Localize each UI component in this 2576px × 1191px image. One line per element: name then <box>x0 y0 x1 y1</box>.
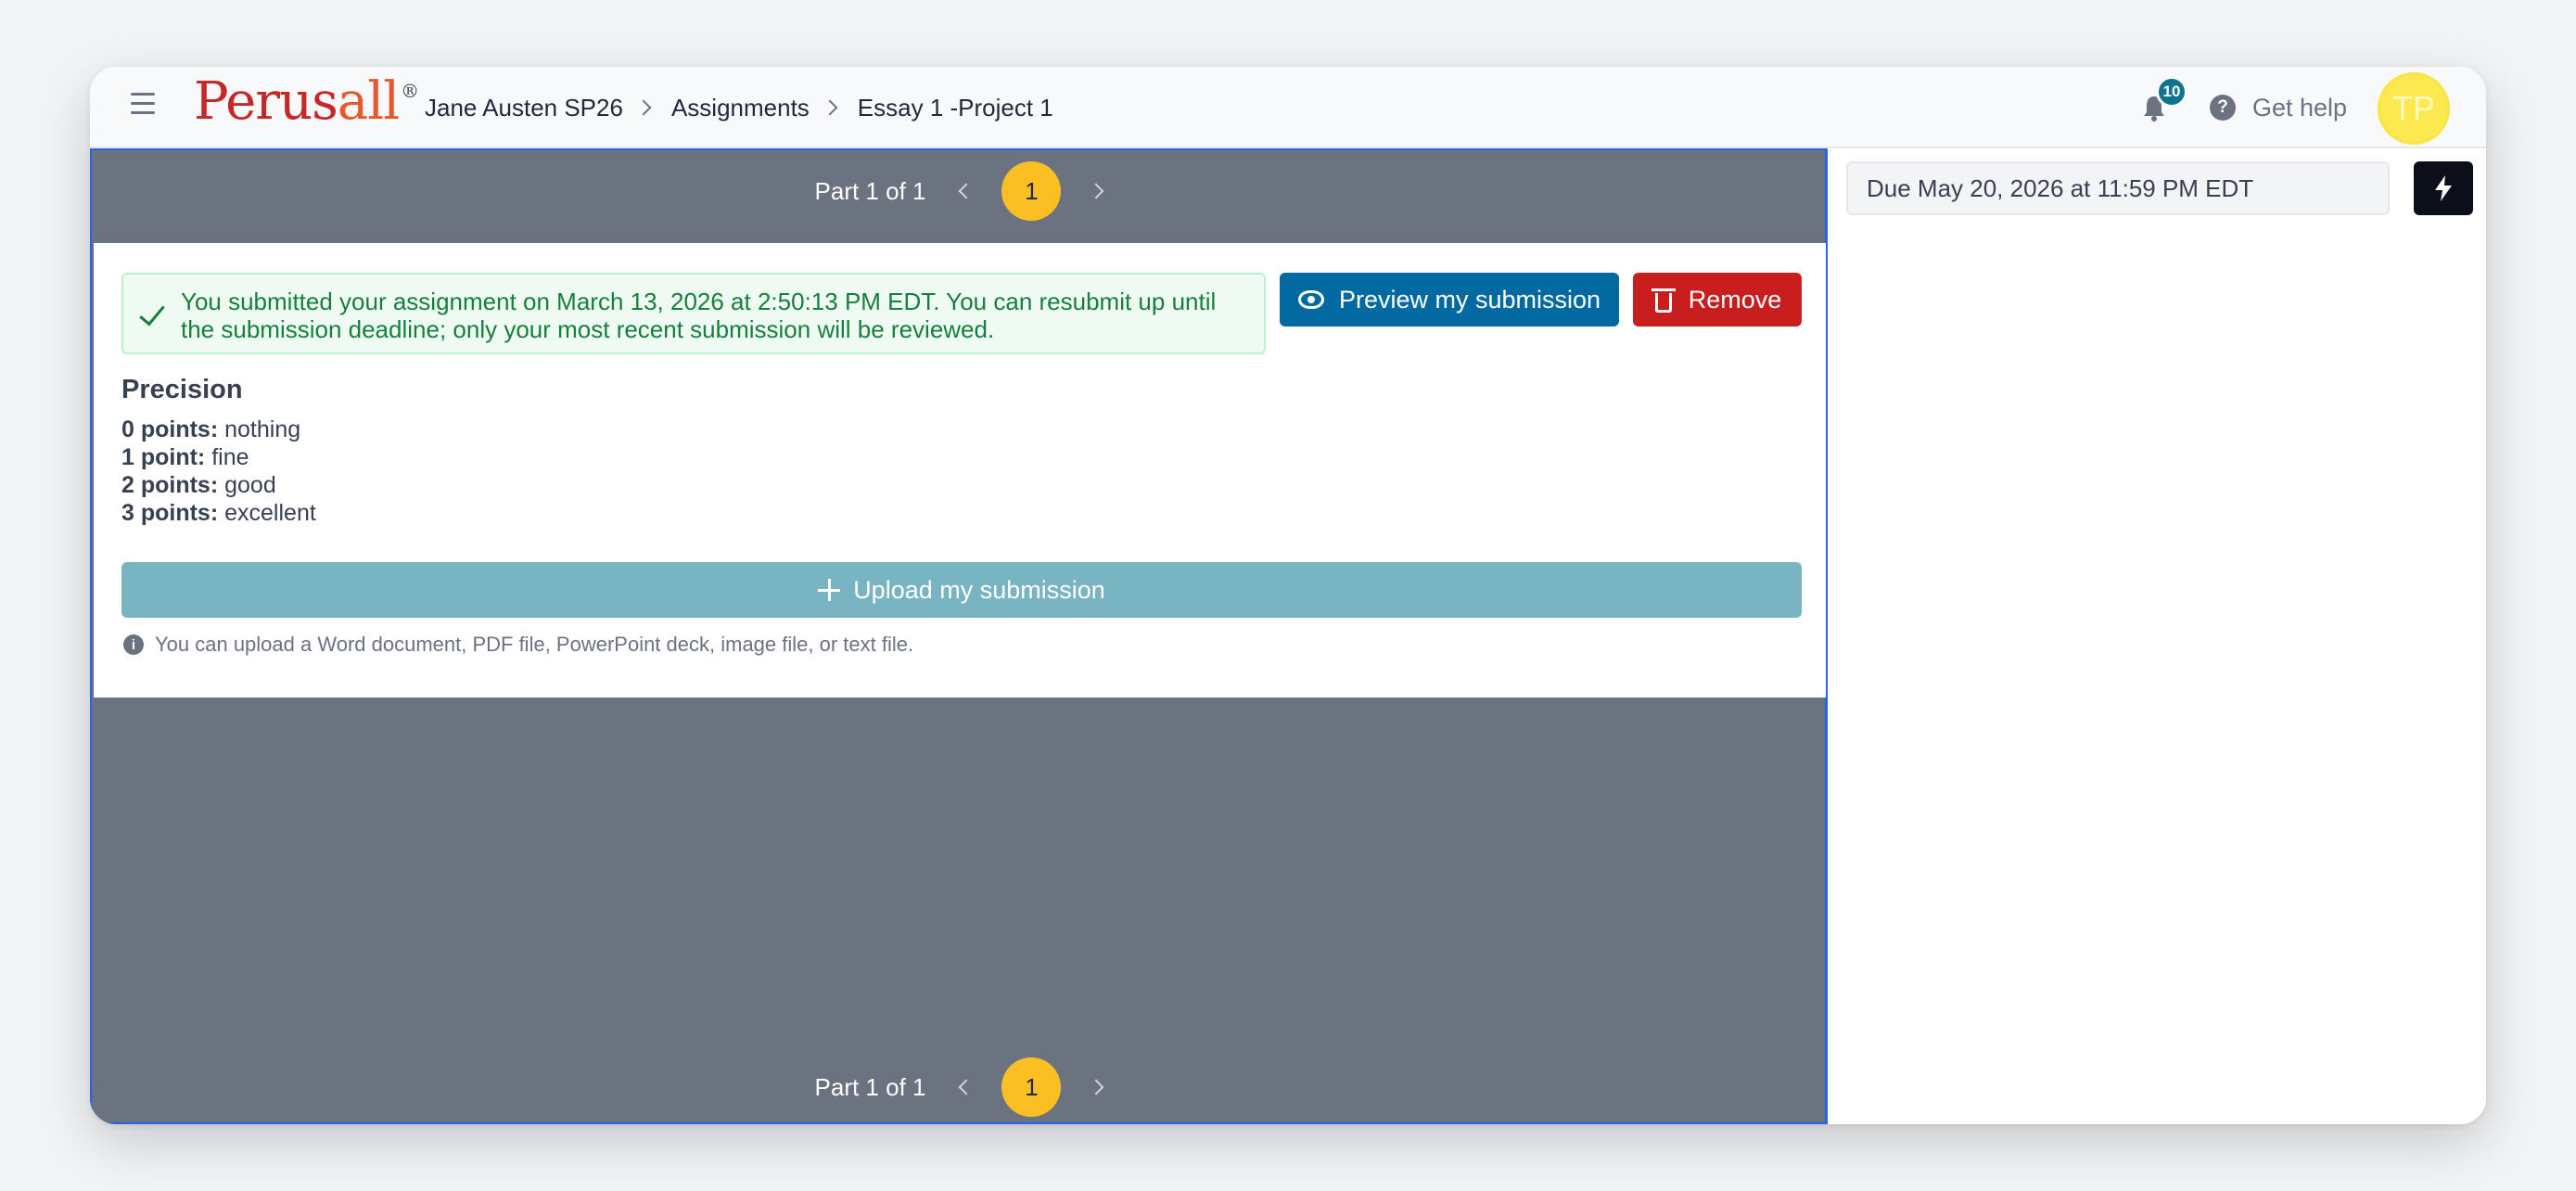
chevron-right-icon <box>822 99 838 116</box>
part-label: Part 1 of 1 <box>814 1072 926 1101</box>
rubric-level: 0 points: nothing <box>121 416 301 442</box>
remove-submission-button[interactable]: Remove <box>1633 273 1802 327</box>
info-circle-icon: i <box>123 634 144 655</box>
chevron-right-icon[interactable] <box>1088 1079 1104 1095</box>
remove-label: Remove <box>1688 285 1782 314</box>
part-label: Part 1 of 1 <box>814 176 926 205</box>
chevron-right-icon <box>635 99 652 116</box>
rubric-title: Precision <box>121 375 243 404</box>
lightning-bolt-button[interactable] <box>2414 161 2473 215</box>
rubric-levels: 0 points: nothing 1 point: fine 2 points… <box>121 416 316 527</box>
chevron-right-icon[interactable] <box>1088 183 1104 199</box>
right-sidebar: Due May 20, 2026 at 11:59 PM EDT <box>1828 148 2486 1124</box>
chevron-left-icon[interactable] <box>958 183 975 199</box>
hamburger-menu-icon[interactable] <box>131 93 155 119</box>
breadcrumb-assignments[interactable]: Assignments <box>671 94 810 122</box>
chevron-left-icon[interactable] <box>958 1079 975 1095</box>
app-window: Perusall ® Jane Austen SP26 Assignments E… <box>90 67 2486 1124</box>
part-pager-top: Part 1 of 1 1 <box>92 161 1825 221</box>
due-date-field: Due May 20, 2026 at 11:59 PM EDT <box>1846 161 2390 215</box>
rubric-level: 1 point: fine <box>121 444 249 470</box>
submission-status-alert: You submitted your assignment on March 1… <box>121 273 1266 354</box>
upload-help-text: i You can upload a Word document, PDF fi… <box>123 633 913 657</box>
get-help-label: Get help <box>2252 93 2348 122</box>
document-area: Part 1 of 1 1 You submitted your assignm… <box>90 148 1828 1124</box>
get-help-link[interactable]: ? Get help <box>2210 91 2347 124</box>
perusall-logo[interactable]: Perusall ® <box>194 76 419 128</box>
preview-label: Preview my submission <box>1338 285 1601 314</box>
breadcrumb-current: Essay 1 -Project 1 <box>857 93 1053 122</box>
trash-icon <box>1651 287 1676 313</box>
checkmark-icon <box>139 299 165 327</box>
preview-submission-button[interactable]: Preview my submission <box>1280 273 1619 327</box>
breadcrumb: Jane Austen SP26 Assignments Essay 1 -Pr… <box>425 89 1053 126</box>
submission-status-text: You submitted your assignment on March 1… <box>181 288 1217 343</box>
notification-badge: 10 <box>2156 76 2187 108</box>
page-number-button[interactable]: 1 <box>1001 161 1062 221</box>
eye-icon <box>1297 290 1324 309</box>
upload-label: Upload my submission <box>853 575 1105 604</box>
breadcrumb-course[interactable]: Jane Austen SP26 <box>425 94 623 122</box>
question-circle-icon: ? <box>2210 95 2236 121</box>
top-header: Perusall ® Jane Austen SP26 Assignments E… <box>90 67 2486 148</box>
upload-submission-button[interactable]: Upload my submission <box>121 562 1802 618</box>
user-avatar[interactable]: TP <box>2378 72 2450 145</box>
part-pager-bottom: Part 1 of 1 1 <box>92 1057 1825 1117</box>
upload-note-text: You can upload a Word document, PDF file… <box>155 633 914 656</box>
plus-icon <box>818 579 841 601</box>
rubric-level: 3 points: excellent <box>121 500 316 526</box>
page-number-button[interactable]: 1 <box>1001 1057 1062 1117</box>
lightning-bolt-icon <box>2435 175 2452 201</box>
rubric-level: 2 points: good <box>121 472 276 498</box>
submission-panel: You submitted your assignment on March 1… <box>94 243 1826 698</box>
